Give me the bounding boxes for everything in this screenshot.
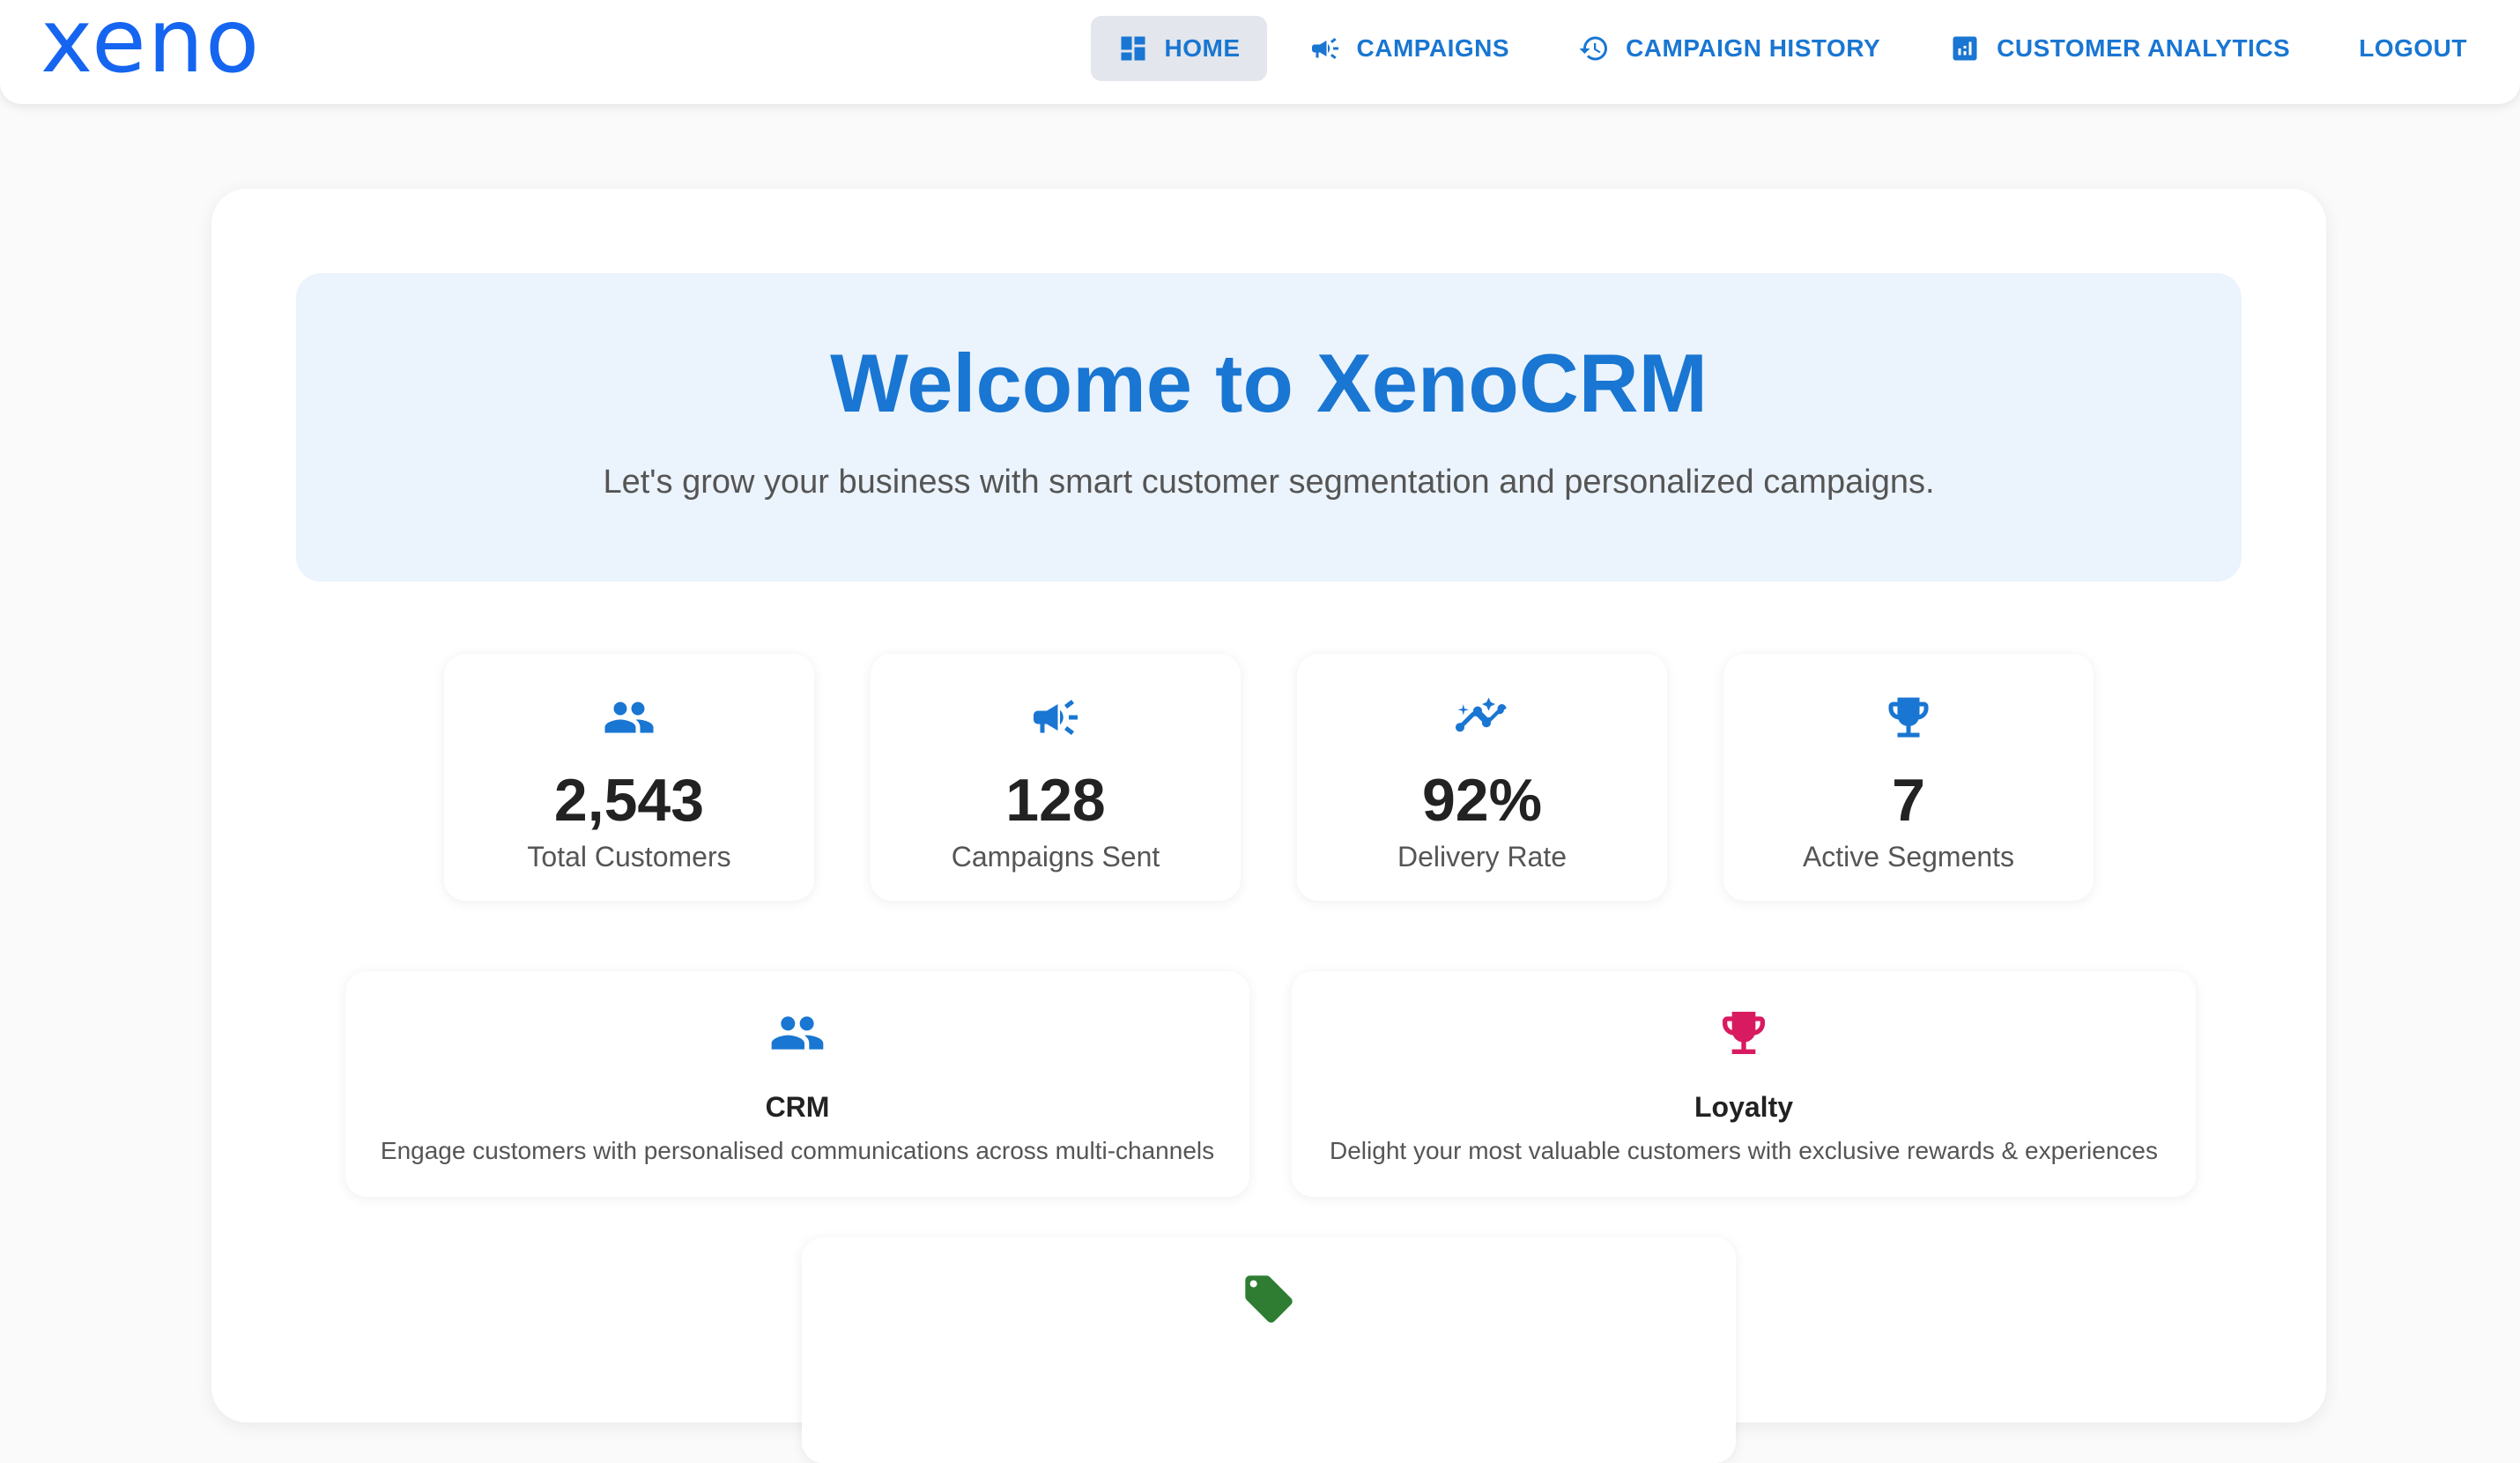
feature-card-loyalty[interactable]: Loyalty Delight your most valuable custo… <box>1292 971 2196 1197</box>
nav-campaigns-label: CAMPAIGNS <box>1356 34 1510 62</box>
nav-customer-analytics-button[interactable]: CUSTOMER ANALYTICS <box>1923 16 2316 81</box>
nav-logout-button[interactable]: LOGOUT <box>2332 16 2494 81</box>
nav-home-label: HOME <box>1164 34 1241 62</box>
campaign-icon <box>1311 38 1338 59</box>
main-card: Welcome to XenoCRM Let's grow your busin… <box>211 189 2326 1463</box>
tag-icon <box>1245 1275 1293 1323</box>
top-navbar: xeno HOME CAMPAIGNS CAMPAIGN HISTORY CUS… <box>0 0 2520 104</box>
feature-title: Loyalty <box>1694 1091 1794 1123</box>
people-icon <box>771 1016 824 1050</box>
nav-home-button[interactable]: HOME <box>1090 16 1267 81</box>
trophy-icon <box>1723 1012 1765 1054</box>
trophy-icon <box>1888 697 1929 738</box>
feature-card-crm[interactable]: CRM Engage customers with personalised c… <box>345 971 1249 1197</box>
stat-value: 92% <box>1421 767 1543 834</box>
stat-card-campaigns-sent: 128 Campaigns Sent <box>871 654 1241 901</box>
stat-label: Campaigns Sent <box>951 841 1160 873</box>
stat-card-total-customers: 2,543 Total Customers <box>444 654 814 901</box>
feature-card-offers[interactable] <box>802 1237 1736 1463</box>
feature-description: Delight your most valuable customers wit… <box>1330 1137 2158 1164</box>
stat-card-active-segments: 7 Active Segments <box>1723 654 2094 901</box>
feature-description: Engage customers with personalised commu… <box>380 1137 1215 1164</box>
campaign-icon <box>1034 700 1078 735</box>
stat-value: 128 <box>1005 767 1106 834</box>
stat-value: 7 <box>1892 767 1925 834</box>
trending-icon <box>1456 697 1507 732</box>
stat-label: Total Customers <box>527 841 731 873</box>
nav-campaign-history-label: CAMPAIGN HISTORY <box>1626 34 1881 62</box>
nav-campaigns-button[interactable]: CAMPAIGNS <box>1283 16 1537 81</box>
history-icon <box>1579 36 1608 61</box>
xeno-logo[interactable]: xeno <box>41 0 261 90</box>
analytics-icon <box>1953 36 1977 61</box>
welcome-subtitle: Let's grow your business with smart cust… <box>603 464 1935 501</box>
nav-menu: HOME CAMPAIGNS CAMPAIGN HISTORY CUSTOMER… <box>1075 16 2520 81</box>
stat-card-delivery-rate: 92% Delivery Rate <box>1297 654 1667 901</box>
stat-label: Delivery Rate <box>1397 841 1568 873</box>
people-icon <box>604 702 654 733</box>
dashboard-icon <box>1121 36 1145 61</box>
nav-logout-label: LOGOUT <box>2359 34 2467 62</box>
feature-title: CRM <box>765 1091 830 1123</box>
nav-customer-analytics-label: CUSTOMER ANALYTICS <box>1997 34 2291 62</box>
page-title: Welcome to XenoCRM <box>830 337 1708 429</box>
welcome-banner: Welcome to XenoCRM Let's grow your busin… <box>296 273 2242 582</box>
nav-campaign-history-button[interactable]: CAMPAIGN HISTORY <box>1552 16 1907 81</box>
stat-label: Active Segments <box>1802 841 2015 873</box>
stat-value: 2,543 <box>553 767 705 834</box>
